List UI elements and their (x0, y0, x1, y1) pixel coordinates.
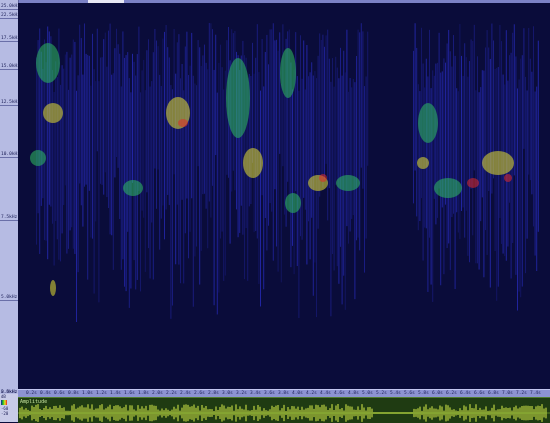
spectrogram-canvas[interactable] (18, 3, 550, 389)
freq-label: 5.0kHz (1, 295, 18, 300)
spectrogram-image (18, 3, 550, 389)
freq-tick (0, 157, 18, 158)
legend-unit: dB (1, 394, 6, 399)
time-label: 1.4s (110, 391, 121, 396)
freq-tick (0, 69, 18, 70)
time-label: 4.0s (292, 391, 303, 396)
time-label: 2.0s (152, 391, 163, 396)
frequency-ruler: 25.0kHz 22.5kHz 17.5kHz 15.0kHz 12.5kHz 10.0k… (0, 0, 20, 396)
time-label: 3.4s (250, 391, 261, 396)
time-label: 7.4s (530, 391, 541, 396)
time-label: 0.6s (54, 391, 65, 396)
time-label: 6.8s (488, 391, 499, 396)
time-label: 3.8s (278, 391, 289, 396)
freq-tick (0, 18, 18, 19)
freq-tick (0, 9, 18, 10)
time-label: 7.0s (502, 391, 513, 396)
time-label: 0.8s (68, 391, 79, 396)
color-legend: dB -60 -20 (0, 394, 18, 422)
time-label: 4.2s (306, 391, 317, 396)
time-label: 4.4s (320, 391, 331, 396)
time-label: 5.8s (418, 391, 429, 396)
time-label: 0.4s (40, 391, 51, 396)
freq-tick (0, 105, 18, 106)
time-label: 6.2s (446, 391, 457, 396)
time-label: 2.2s (166, 391, 177, 396)
time-label: 2.4s (180, 391, 191, 396)
time-label: 6.0s (432, 391, 443, 396)
time-label: 1.8s (138, 391, 149, 396)
freq-label: 7.5kHz (1, 215, 18, 220)
time-label: 5.0s (362, 391, 373, 396)
time-label: 2.8s (208, 391, 219, 396)
freq-tick (0, 220, 18, 221)
time-label: 4.6s (334, 391, 345, 396)
time-label: 2.6s (194, 391, 205, 396)
waveform-trace (18, 404, 550, 422)
time-label: 3.2s (236, 391, 247, 396)
time-label: 5.2s (376, 391, 387, 396)
time-label: 6.4s (460, 391, 471, 396)
legend-max: -20 (1, 411, 9, 416)
time-label: 6.6s (474, 391, 485, 396)
legend-swatch (1, 400, 7, 405)
spectrogram-viewer: 25.0kHz 22.5kHz 17.5kHz 15.0kHz 12.5kHz 10.0k… (0, 0, 550, 423)
waveform-panel[interactable]: Amplitude (18, 397, 550, 423)
freq-tick (0, 300, 18, 301)
time-label: 1.2s (96, 391, 107, 396)
time-label: 5.6s (404, 391, 415, 396)
time-label: 0.2s (26, 391, 37, 396)
time-label: 1.6s (124, 391, 135, 396)
time-label: 5.4s (390, 391, 401, 396)
time-label: 4.8s (348, 391, 359, 396)
time-label: 1.0s (82, 391, 93, 396)
time-label: 7.2s (516, 391, 527, 396)
time-label: 3.6s (264, 391, 275, 396)
freq-tick (0, 41, 18, 42)
time-label: 3.0s (222, 391, 233, 396)
